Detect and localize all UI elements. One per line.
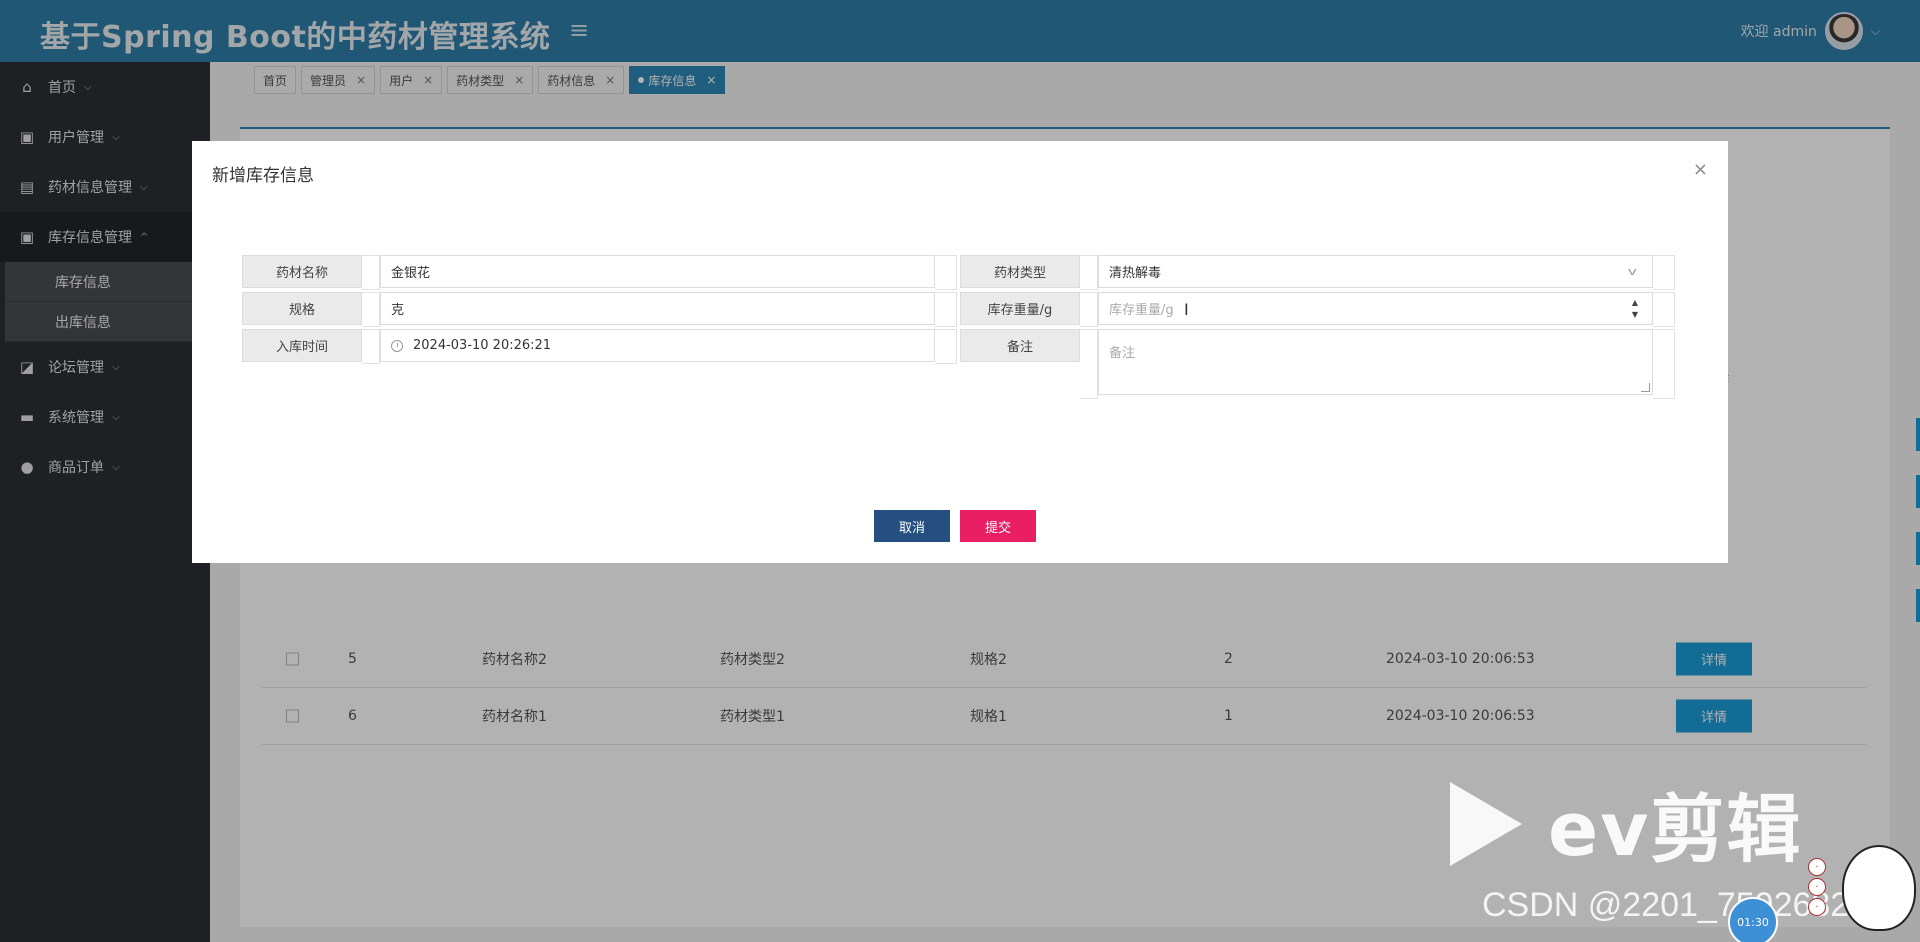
spec-label: 规格 — [242, 292, 362, 325]
field-inbound-time: 入库时间 2024-03-10 20:26:21 — [242, 329, 957, 364]
play-logo-icon — [1450, 781, 1522, 866]
cancel-button[interactable]: 取消 — [874, 510, 950, 542]
mascot-icon — [1842, 845, 1916, 931]
badge-icon: · — [1808, 858, 1826, 876]
inbound-time-picker[interactable]: 2024-03-10 20:26:21 — [380, 329, 935, 362]
mascot-badges: · · · — [1808, 858, 1830, 916]
badge-icon: · — [1808, 878, 1826, 896]
field-spec: 规格 克 — [242, 292, 957, 327]
add-stock-dialog: 新增库存信息 × 药材名称 金银花 药材类型 清热解毒 v 规格 克 库存重量/… — [192, 141, 1728, 563]
spec-input[interactable]: 克 — [380, 292, 935, 325]
herb-type-select[interactable]: 清热解毒 v — [1098, 255, 1653, 288]
herb-name-label: 药材名称 — [242, 255, 362, 288]
selected-value: 清热解毒 — [1109, 266, 1162, 281]
time-value: 2024-03-10 20:26:21 — [413, 338, 552, 353]
submit-button[interactable]: 提交 — [960, 510, 1036, 542]
field-remark: 备注 备注 — [960, 329, 1675, 399]
field-herb-name: 药材名称 金银花 — [242, 255, 957, 290]
inbound-time-label: 入库时间 — [242, 329, 362, 362]
herb-type-label: 药材类型 — [960, 255, 1080, 288]
field-herb-type: 药材类型 清热解毒 v — [960, 255, 1675, 290]
herb-name-input[interactable]: 金银花 — [380, 255, 935, 288]
watermark-brand: ev剪辑 — [1548, 787, 1803, 873]
dialog-title: 新增库存信息 — [212, 166, 314, 186]
placeholder-text: 库存重量/g — [1109, 303, 1174, 318]
recording-timer[interactable]: 01:30 — [1728, 897, 1778, 942]
field-stock-weight: 库存重量/g 库存重量/g I ▲ ▼ — [960, 292, 1675, 327]
number-stepper[interactable]: ▲ ▼ — [1632, 297, 1638, 321]
remark-textarea[interactable]: 备注 — [1098, 329, 1653, 395]
clock-icon — [391, 339, 403, 352]
ev-watermark: ev剪辑 — [1450, 770, 1802, 877]
text-cursor-icon: I — [1184, 300, 1189, 319]
badge-icon: · — [1808, 898, 1826, 916]
close-icon[interactable]: × — [1693, 159, 1708, 180]
chevron-down-icon: v — [1628, 265, 1638, 278]
remark-label: 备注 — [960, 329, 1080, 362]
stock-weight-label: 库存重量/g — [960, 292, 1080, 325]
stock-weight-input[interactable]: 库存重量/g I ▲ ▼ — [1098, 292, 1653, 325]
